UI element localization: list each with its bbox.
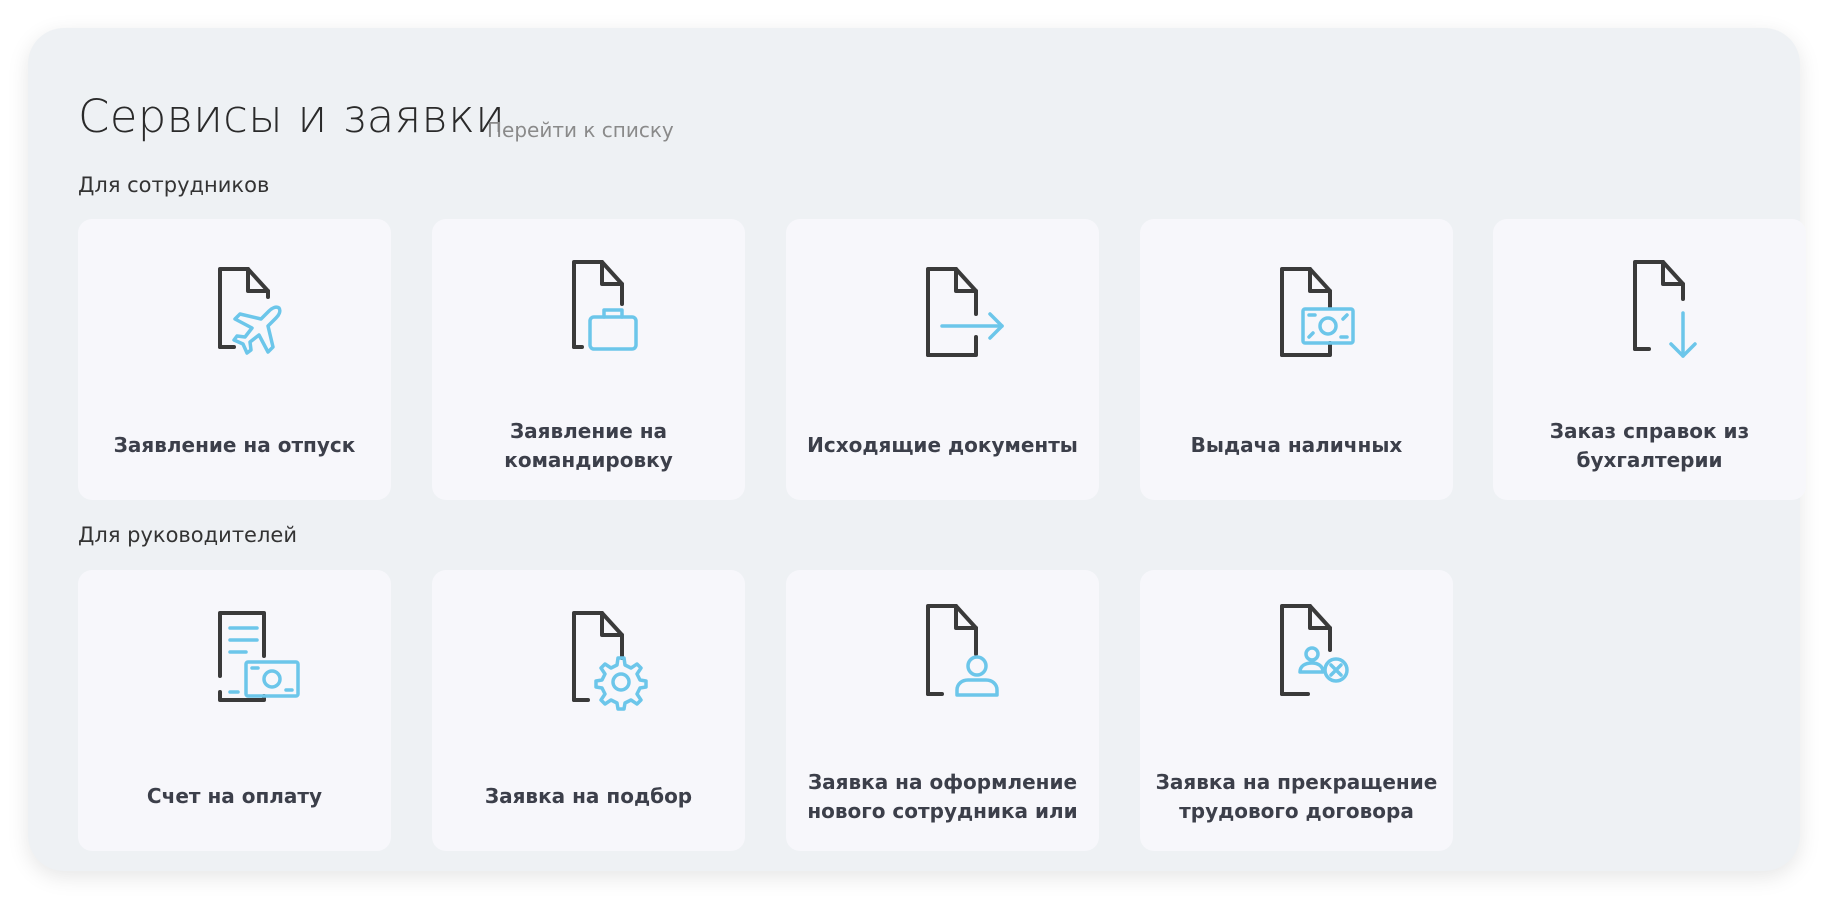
document-arrow-right-icon [926,267,1004,357]
document-briefcase-icon [572,260,638,351]
invoice-cash-icon [218,611,300,702]
card-label: Заявление на отпуск [113,433,356,457]
service-card-recruitment[interactable]: Заявка на подбор [432,570,745,851]
service-card-contract-termination[interactable]: Заявка на прекращение трудового договора [1140,570,1453,851]
service-card-new-employee[interactable]: Заявка на оформление нового сотрудника и… [786,570,1099,851]
card-label: Счет на оплату [146,784,323,808]
card-label: Заказ справок из бухгалтерии [1549,419,1750,472]
go-to-list-link[interactable]: Перейти к списку [487,118,674,142]
document-arrow-down-icon [1633,260,1697,358]
section-title-managers: Для руководителей [78,523,297,547]
service-card-invoice[interactable]: Счет на оплату [78,570,391,851]
card-label: Заявка на подбор [484,784,693,808]
document-gear-icon [572,611,648,711]
service-card-outgoing-documents[interactable]: Исходящие документы [786,219,1099,500]
card-label: Выдача наличных [1190,433,1403,457]
service-card-accounting-certificates[interactable]: Заказ справок из бухгалтерии [1493,219,1806,500]
document-person-remove-icon [1280,604,1349,696]
card-label: Заявка на оформление нового сотрудника и… [807,770,1078,823]
section-title-employees: Для сотрудников [78,173,270,197]
services-panel: Сервисы и заявки Перейти к списку Для со… [28,28,1806,871]
card-label: Заявление на командировку [504,419,673,472]
service-card-vacation[interactable]: Заявление на отпуск [78,219,391,500]
card-label: Заявка на прекращение трудового договора [1155,770,1438,823]
service-card-business-trip[interactable]: Заявление на командировку [432,219,745,500]
service-card-cash[interactable]: Выдача наличных [1140,219,1453,500]
card-label: Исходящие документы [807,433,1078,457]
document-cash-icon [1280,267,1355,357]
document-airplane-icon [218,267,282,355]
page-title: Сервисы и заявки [78,90,506,143]
document-person-icon [926,604,999,697]
